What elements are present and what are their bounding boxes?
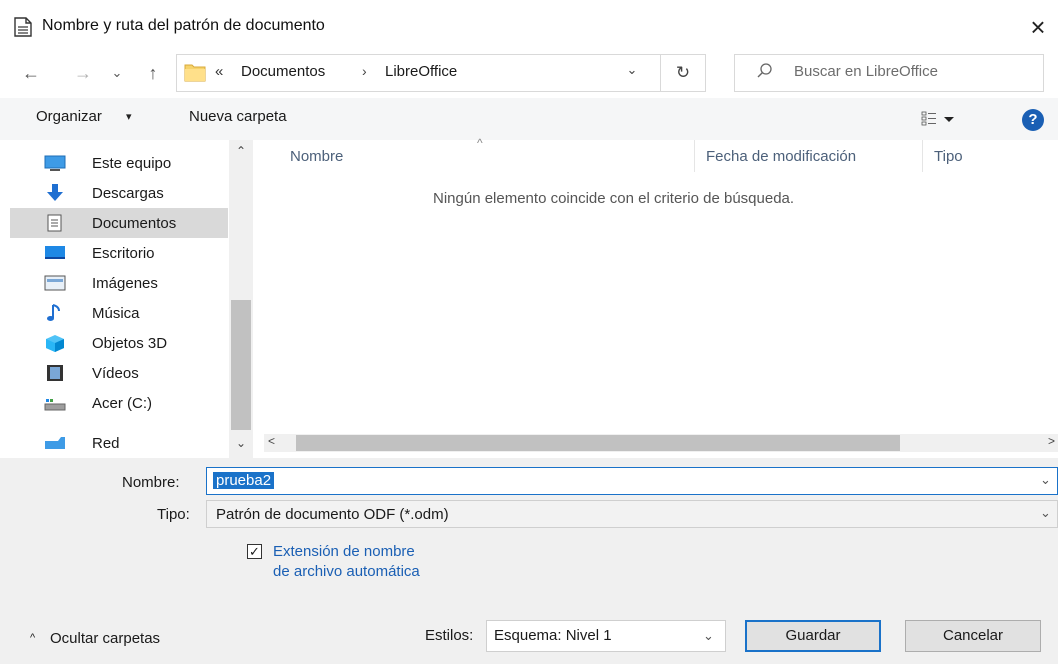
cancel-button[interactable]: Cancelar xyxy=(905,620,1041,652)
sidebar-item-documentos[interactable]: Documentos xyxy=(10,208,228,238)
sidebar-item-videos[interactable]: Vídeos xyxy=(10,358,228,388)
new-folder-button[interactable]: Nueva carpeta xyxy=(189,108,287,125)
sidebar-item-label: Este equipo xyxy=(92,155,172,172)
sidebar-item-red[interactable]: Red xyxy=(10,428,228,458)
address-divider xyxy=(660,54,661,92)
up-button[interactable]: ↑ xyxy=(140,58,166,88)
sidebar-item-descargas[interactable]: Descargas xyxy=(10,178,228,208)
desktop-icon xyxy=(45,246,65,259)
styles-label: Estilos: xyxy=(425,627,474,644)
sidebar-item-objetos-3d[interactable]: Objetos 3D xyxy=(10,328,228,358)
folder-icon xyxy=(184,64,206,82)
styles-value[interactable]: Esquema: Nivel 1 xyxy=(494,627,612,644)
breadcrumb-item-documentos[interactable]: Documentos xyxy=(241,63,325,80)
sidebar-item-label: Vídeos xyxy=(92,365,139,382)
file-type-label: Tipo: xyxy=(157,506,190,523)
file-name-input[interactable] xyxy=(206,467,1058,495)
view-options-icon[interactable] xyxy=(920,109,960,129)
recent-locations-button[interactable]: ⌄ xyxy=(106,58,128,88)
auto-extension-label[interactable]: Extensión de nombre de archivo automátic… xyxy=(273,542,420,582)
auto-extension-label-line2: de archivo automática xyxy=(273,563,420,580)
auto-extension-label-line1: Extensión de nombre xyxy=(273,543,415,560)
scroll-up-icon[interactable]: ⌃ xyxy=(232,144,250,158)
sidebar-item-imagenes[interactable]: Imágenes xyxy=(10,268,228,298)
breadcrumb-overflow[interactable]: « xyxy=(215,63,223,80)
back-button[interactable]: ← xyxy=(16,58,46,88)
sidebar-item-label: Descargas xyxy=(92,185,164,202)
sidebar-item-musica[interactable]: Música xyxy=(10,298,228,328)
file-name-label: Nombre: xyxy=(122,474,180,491)
document-icon xyxy=(14,17,32,37)
music-icon xyxy=(47,304,60,321)
scroll-left-icon[interactable]: < xyxy=(268,434,275,448)
search-placeholder: Buscar en LibreOffice xyxy=(794,63,938,80)
sidebar-item-label: Objetos 3D xyxy=(92,335,168,352)
file-name-dropdown-icon[interactable]: ⌄ xyxy=(1040,472,1051,488)
videos-icon xyxy=(47,365,63,381)
sort-ascending-icon: ^ xyxy=(477,136,483,150)
address-dropdown-icon[interactable]: ⌄ xyxy=(622,62,642,78)
3d-objects-icon xyxy=(46,335,64,352)
scroll-down-icon[interactable]: ⌄ xyxy=(232,436,250,450)
sidebar-item-acer-c[interactable]: Acer (C:) xyxy=(10,388,228,418)
hide-folders-label: Ocultar carpetas xyxy=(50,630,161,647)
breadcrumb-separator[interactable]: › xyxy=(362,63,367,79)
documents-icon xyxy=(47,214,62,232)
organize-button[interactable]: Organizar xyxy=(36,108,102,125)
sidebar-scrollbar-thumb[interactable] xyxy=(231,300,251,430)
column-header-type[interactable]: Tipo xyxy=(934,148,963,165)
navigation-pane: Este equipo Descargas Documentos Escrito… xyxy=(0,140,252,458)
column-divider[interactable] xyxy=(922,140,923,172)
scroll-right-icon[interactable]: > xyxy=(1048,434,1055,448)
hide-folders-button[interactable]: Ocultar carpetas xyxy=(30,630,160,647)
toolbar xyxy=(0,98,1058,140)
file-type-dropdown-icon[interactable]: ⌄ xyxy=(1040,505,1051,521)
horizontal-scrollbar-thumb[interactable] xyxy=(296,435,900,451)
search-icon xyxy=(757,63,772,78)
breadcrumb-item-libreoffice[interactable]: LibreOffice xyxy=(385,63,457,80)
pc-icon xyxy=(44,155,66,171)
window-title: Nombre y ruta del patrón de documento xyxy=(42,17,325,34)
file-name-value[interactable]: prueba2 xyxy=(213,472,275,489)
sidebar-item-label: Escritorio xyxy=(92,245,155,262)
help-button[interactable]: ? xyxy=(1022,109,1044,131)
downloads-icon xyxy=(47,184,63,201)
network-icon xyxy=(45,437,65,449)
sidebar-item-escritorio[interactable]: Escritorio xyxy=(10,238,228,268)
drive-icon xyxy=(44,399,66,411)
column-divider[interactable] xyxy=(694,140,695,172)
column-header-date[interactable]: Fecha de modificación xyxy=(706,148,856,165)
save-button[interactable]: Guardar xyxy=(745,620,881,652)
empty-list-message: Ningún elemento coincide con el criterio… xyxy=(433,190,795,207)
sidebar-item-label: Imágenes xyxy=(92,275,158,292)
forward-button[interactable]: → xyxy=(70,58,96,88)
sidebar-item-label: Red xyxy=(92,435,120,452)
refresh-button[interactable]: ↻ xyxy=(668,58,698,88)
column-header-name[interactable]: Nombre xyxy=(290,148,343,165)
caret-down-icon[interactable]: ▾ xyxy=(126,110,132,123)
sidebar-item-label: Documentos xyxy=(92,215,177,232)
styles-dropdown-icon[interactable]: ⌄ xyxy=(703,628,714,644)
close-button[interactable]: × xyxy=(1020,10,1056,46)
auto-extension-checkbox[interactable]: ✓ xyxy=(247,544,262,559)
file-type-value[interactable]: Patrón de documento ODF (*.odm) xyxy=(216,506,449,523)
sidebar-item-label: Música xyxy=(92,305,140,322)
pictures-icon xyxy=(44,275,66,291)
sidebar-item-este-equipo[interactable]: Este equipo xyxy=(10,148,228,178)
sidebar-item-label: Acer (C:) xyxy=(92,395,152,412)
